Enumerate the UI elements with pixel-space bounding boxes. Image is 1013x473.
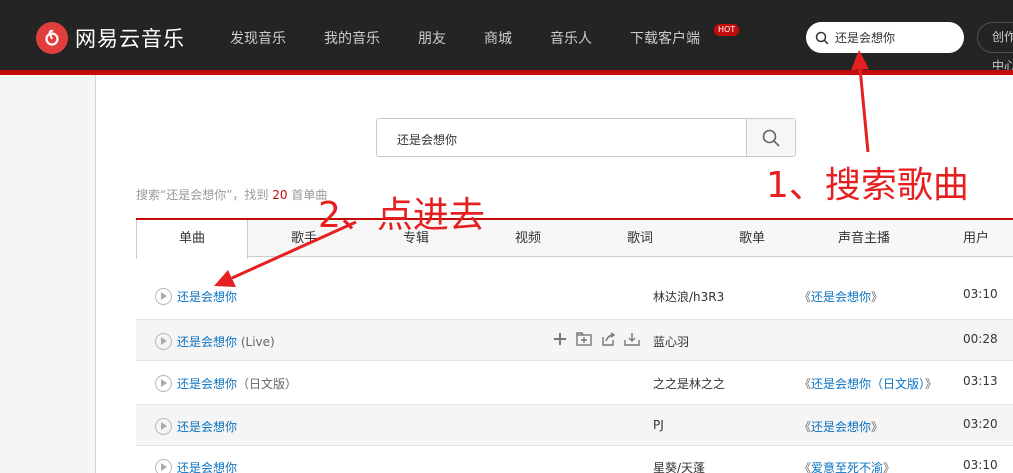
arrow-to-top-search (851, 50, 870, 153)
annotation-arrows (214, 50, 870, 287)
arrow-to-first-song (214, 220, 357, 287)
